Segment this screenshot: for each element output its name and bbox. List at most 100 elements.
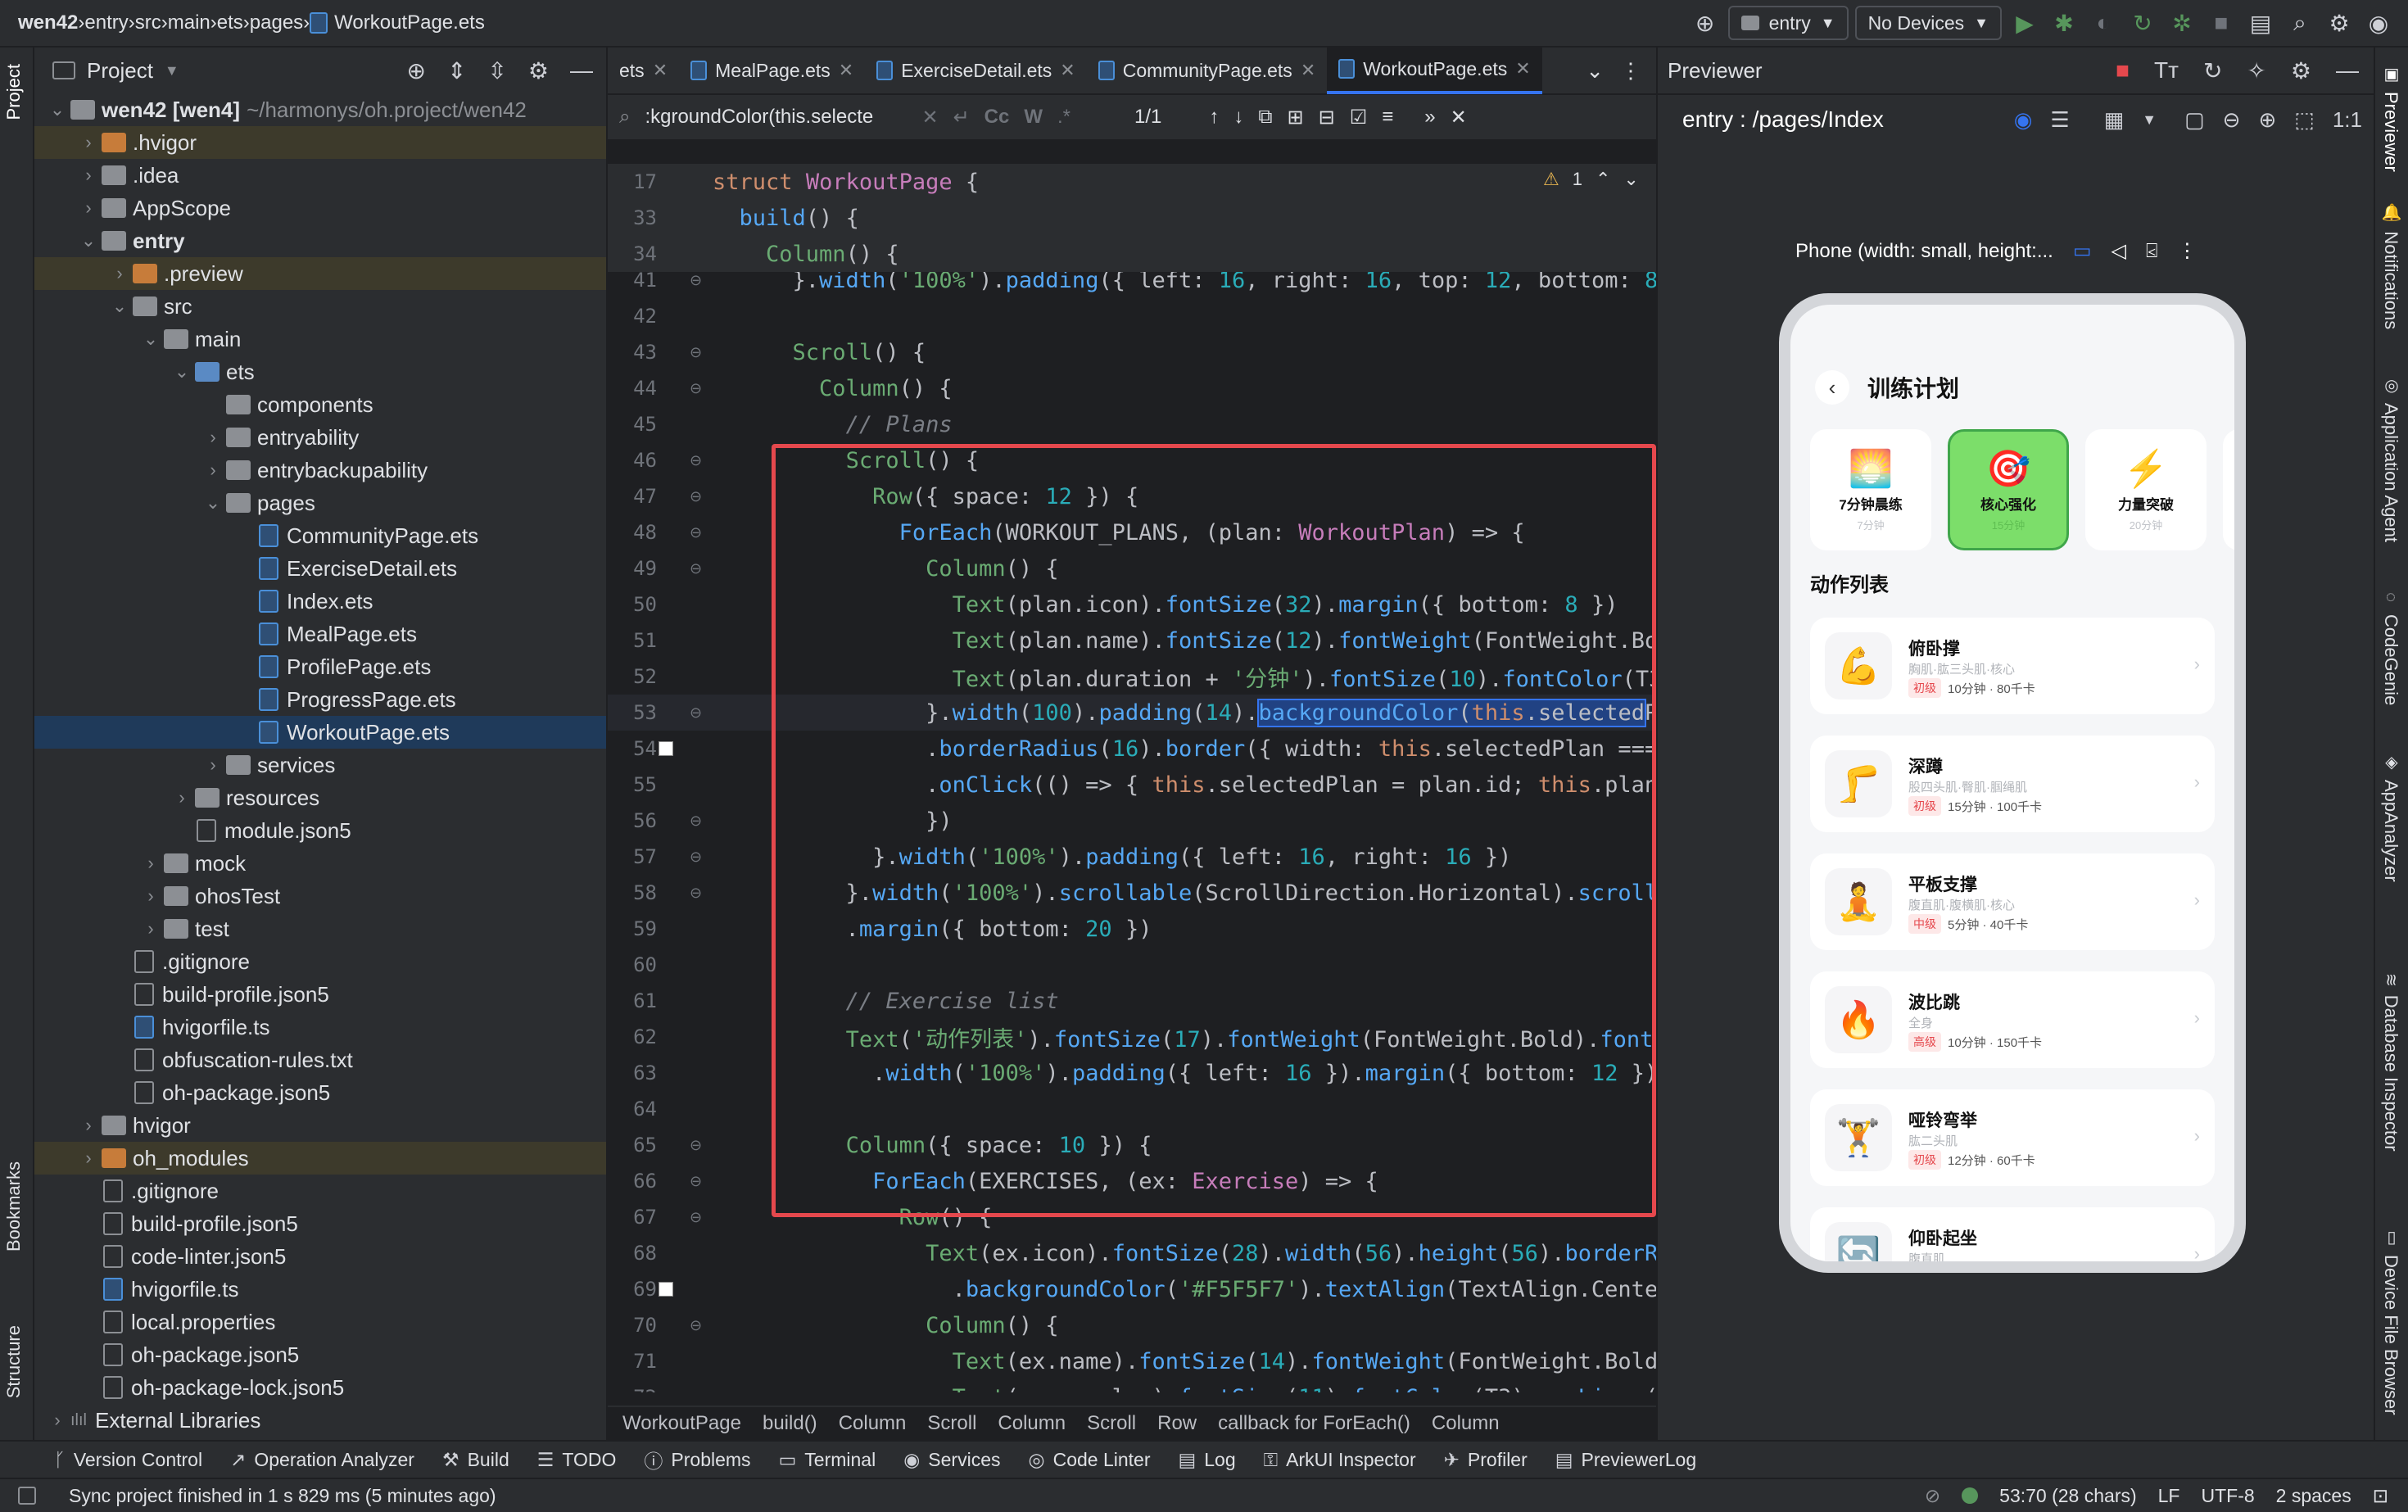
- chevron-right-icon[interactable]: ›: [203, 754, 223, 776]
- tree-item[interactable]: oh-package.json5: [34, 1076, 606, 1109]
- tree-item[interactable]: .gitignore: [34, 945, 606, 978]
- tree-item[interactable]: local.properties: [34, 1306, 606, 1338]
- tree-item[interactable]: module.json5: [34, 814, 606, 847]
- code-line[interactable]: 42: [608, 298, 1656, 334]
- editor-tab[interactable]: WorkoutPage.ets ✕: [1327, 47, 1542, 94]
- device-select[interactable]: No Devices ▼: [1854, 6, 2002, 40]
- tree-item[interactable]: › ılıl External Libraries: [34, 1404, 606, 1437]
- bottom-tool-button[interactable]: ◎ Code Linter: [1029, 1449, 1151, 1471]
- plan-card[interactable]: 🎯 核心强化 15分钟: [1948, 429, 2069, 550]
- right-tool-tab[interactable]: ▯ Device File Browser: [2380, 1227, 2401, 1415]
- fold-icon[interactable]: ⊖: [690, 452, 702, 469]
- editor-tab[interactable]: ets ✕: [608, 47, 679, 94]
- device-type-icon[interactable]: ▭: [2073, 239, 2092, 263]
- code-breadcrumb-item[interactable]: Column: [839, 1412, 907, 1435]
- tree-item[interactable]: .gitignore: [34, 1175, 606, 1207]
- structure-tool-tab[interactable]: Structure: [3, 1325, 25, 1398]
- chevron-down-icon[interactable]: ⌄: [110, 296, 129, 317]
- more-icon[interactable]: ⋮: [1615, 58, 1656, 84]
- tabs-more-icon[interactable]: ⌄: [1574, 58, 1615, 84]
- no-power-icon[interactable]: ⊘: [1925, 1485, 1940, 1507]
- chevron-right-icon[interactable]: ›: [141, 853, 161, 874]
- exercise-card[interactable]: 🏋️ 哑铃弯举 肱二头肌 初级 12分钟 · 60千卡 ›: [1810, 1089, 2215, 1186]
- sticky-line[interactable]: 33 build() {: [608, 200, 1656, 236]
- tree-item[interactable]: components: [34, 388, 606, 421]
- refresh-icon[interactable]: ↻: [2203, 57, 2222, 84]
- chevron-up-icon[interactable]: ⌃: [1596, 169, 1610, 190]
- apply-changes-icon[interactable]: ↻: [2126, 7, 2159, 39]
- device-manager-icon[interactable]: ▤: [2244, 7, 2277, 39]
- tree-item[interactable]: › entrybackupability: [34, 454, 606, 487]
- tree-item[interactable]: › resources: [34, 781, 606, 814]
- code-breadcrumb-item[interactable]: Column: [1432, 1412, 1500, 1435]
- inspector-icon[interactable]: ✧: [2247, 57, 2265, 84]
- tree-item[interactable]: CommunityPage.ets: [34, 519, 606, 552]
- fold-icon[interactable]: ⊖: [690, 560, 702, 577]
- collapse-all-icon[interactable]: ⇳: [487, 57, 506, 84]
- zoom-out-icon[interactable]: ⊖: [2223, 107, 2241, 133]
- code-line[interactable]: 69 .backgroundColor('#F5F5F7').textAlign…: [608, 1271, 1656, 1307]
- chevron-right-icon[interactable]: ›: [79, 165, 98, 186]
- exercise-card[interactable]: 🧘 平板支撑 腹直肌·腹横肌·核心 中级 5分钟 · 40千卡 ›: [1810, 853, 2215, 950]
- breadcrumb-item[interactable]: pages: [250, 11, 303, 34]
- plan-card[interactable]: ⚡ 力量突破 20分钟: [2085, 429, 2207, 550]
- fold-icon[interactable]: ⊖: [690, 488, 702, 505]
- sticky-line[interactable]: 17 struct WorkoutPage {: [608, 164, 1656, 200]
- filter-icon[interactable]: ≡: [1382, 106, 1393, 129]
- chevron-right-icon[interactable]: ›: [203, 459, 223, 481]
- tree-item[interactable]: hvigorfile.ts: [34, 1011, 606, 1043]
- tree-item[interactable]: ⌄ src: [34, 290, 606, 323]
- breadcrumb-item[interactable]: ets: [217, 11, 243, 34]
- chevron-right-icon[interactable]: ›: [79, 1115, 98, 1136]
- fold-icon[interactable]: ⊖: [690, 1209, 702, 1226]
- layers-icon[interactable]: ☰: [2050, 107, 2069, 133]
- tree-item[interactable]: Index.ets: [34, 585, 606, 618]
- code-breadcrumb-item[interactable]: Row: [1157, 1412, 1197, 1435]
- bottom-tool-button[interactable]: ▤ PreviewerLog: [1555, 1449, 1696, 1471]
- stop-preview-icon[interactable]: ■: [2116, 57, 2130, 84]
- fold-icon[interactable]: ⊖: [690, 1173, 702, 1190]
- editor-tab[interactable]: CommunityPage.ets ✕: [1087, 47, 1328, 94]
- grid-icon[interactable]: ▦: [2104, 107, 2125, 133]
- attach-debugger-icon[interactable]: ◐: [2087, 7, 2120, 39]
- gear-icon[interactable]: ⚙: [2323, 7, 2356, 39]
- breadcrumb-item[interactable]: entry: [84, 11, 128, 34]
- close-icon[interactable]: ✕: [653, 60, 668, 81]
- tree-item[interactable]: › AppScope: [34, 192, 606, 224]
- chevron-right-icon[interactable]: ›: [79, 197, 98, 219]
- bottom-tool-button[interactable]: ☰ TODO: [537, 1449, 617, 1471]
- tree-item[interactable]: › .preview: [34, 257, 606, 290]
- next-match-icon[interactable]: ↓: [1233, 106, 1243, 129]
- phone-screen[interactable]: ‹ 训练计划 🌅 7分钟晨练 7分钟 🎯 核心强化 15分钟 ⚡ 力量突破 20分钟 动作列表 …: [1790, 305, 2234, 1261]
- tree-item[interactable]: › mock: [34, 847, 606, 880]
- stop-icon[interactable]: ■: [2205, 7, 2238, 39]
- chevron-right-icon[interactable]: ›: [48, 1410, 67, 1431]
- chevron-down-icon[interactable]: ⌄: [172, 361, 192, 383]
- caret-position[interactable]: 53:70 (28 chars): [1999, 1485, 2136, 1507]
- sticky-line[interactable]: 34 Column() {: [608, 236, 1656, 272]
- bottom-tool-button[interactable]: ⚒ Build: [442, 1449, 509, 1471]
- fold-icon[interactable]: ⊖: [690, 524, 702, 541]
- frame-icon[interactable]: ▢: [2184, 107, 2205, 133]
- tree-item[interactable]: oh-package.json5: [34, 1338, 606, 1371]
- tree-item[interactable]: › oh_modules: [34, 1142, 606, 1175]
- close-icon[interactable]: ✕: [1060, 60, 1075, 81]
- tree-item[interactable]: build-profile.json5: [34, 1207, 606, 1240]
- tree-item[interactable]: ProfilePage.ets: [34, 650, 606, 683]
- chevron-right-icon[interactable]: ›: [141, 918, 161, 939]
- tree-item[interactable]: ⌄ entry: [34, 224, 606, 257]
- remove-occurrence-icon[interactable]: ⊟: [1319, 106, 1335, 129]
- back-icon[interactable]: ◁: [2112, 239, 2126, 263]
- breadcrumb-item[interactable]: src: [135, 11, 161, 34]
- run-icon[interactable]: ▶: [2008, 7, 2041, 39]
- tree-item[interactable]: › .idea: [34, 159, 606, 192]
- right-tool-tab[interactable]: ◈ AppAnalyzer: [2380, 752, 2401, 882]
- bottom-tool-button[interactable]: ⚿ ArkUI Inspector: [1264, 1449, 1416, 1471]
- tree-item[interactable]: ExerciseDetail.ets: [34, 552, 606, 585]
- fold-icon[interactable]: ⊖: [690, 272, 702, 289]
- editor-tab[interactable]: MealPage.ets ✕: [679, 47, 865, 94]
- chevron-right-icon[interactable]: ›: [172, 787, 192, 808]
- code-breadcrumb-item[interactable]: callback for ForEach(): [1218, 1412, 1410, 1435]
- tree-item[interactable]: code-linter.json5: [34, 1240, 606, 1273]
- actual-size-icon[interactable]: 1:1: [2333, 107, 2362, 133]
